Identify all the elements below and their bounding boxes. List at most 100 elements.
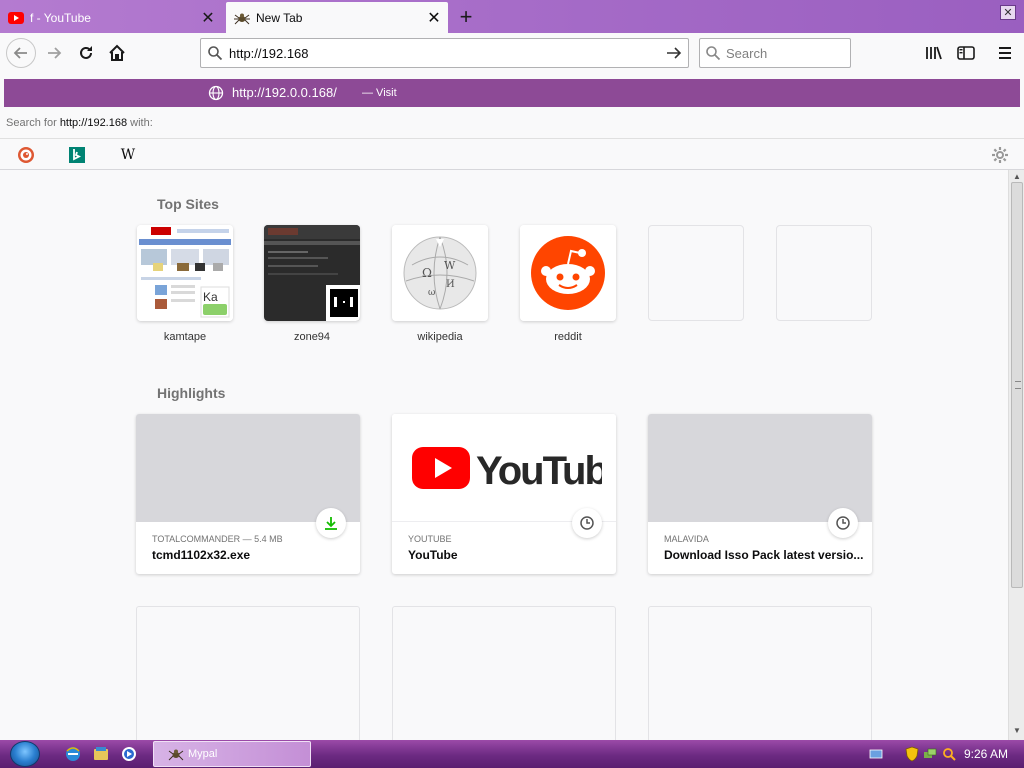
- svg-text:Ω: Ω: [422, 266, 432, 280]
- go-arrow-icon[interactable]: [660, 45, 688, 61]
- url-suggestions-popup: http://192.0.0.168/ — Visit Search for h…: [0, 74, 1024, 170]
- spider-icon: [234, 10, 250, 26]
- zone94-thumbnail: [264, 225, 360, 321]
- home-button[interactable]: [103, 39, 131, 67]
- spider-icon: [168, 746, 184, 762]
- ie-icon[interactable]: [64, 745, 82, 763]
- reload-button[interactable]: [72, 39, 100, 67]
- taskbar-item-mypal[interactable]: Mypal: [153, 741, 311, 767]
- empty-tile: [776, 225, 872, 321]
- taskbar-clock[interactable]: 9:26 AM: [964, 747, 1008, 761]
- sidebar-icon: [957, 46, 975, 60]
- highlight-title: tcmd1102x32.exe: [152, 548, 251, 562]
- sidebar-button[interactable]: [952, 39, 980, 67]
- search-placeholder: Search: [726, 45, 768, 61]
- forward-button[interactable]: [40, 39, 68, 67]
- top-site-label: wikipedia: [417, 331, 463, 343]
- arrow-left-icon: [13, 47, 27, 59]
- suggestion-action: — Visit: [362, 87, 397, 99]
- svg-text:W: W: [444, 259, 456, 272]
- search-icon[interactable]: [941, 746, 957, 762]
- shield-icon[interactable]: [904, 746, 920, 762]
- highlight-image: [136, 414, 360, 522]
- top-site-tile[interactable]: zone94: [264, 225, 360, 343]
- wikipedia-icon[interactable]: W: [118, 145, 138, 165]
- highlight-card[interactable]: YouTube YOUTUBE YouTube: [392, 414, 616, 574]
- arrow-right-icon: [48, 47, 62, 59]
- highlight-placeholder: [648, 606, 872, 740]
- gear-icon[interactable]: [990, 145, 1010, 165]
- tab-youtube[interactable]: f - YouTube ✕: [0, 2, 222, 33]
- keyboard-icon[interactable]: [868, 746, 884, 762]
- window-close-button[interactable]: ✕: [1000, 5, 1016, 20]
- top-site-empty-slot: [776, 225, 872, 321]
- svg-text:И: И: [446, 279, 455, 290]
- home-icon: [109, 44, 125, 61]
- new-tab-page: Top Sites Ka kamtape zone94 Ω W И ω wiki…: [0, 170, 1008, 740]
- youtube-logo: YouTube: [412, 447, 602, 492]
- clock-icon: [828, 508, 858, 538]
- library-icon: [926, 46, 942, 60]
- highlight-title: Download Isso Pack latest versio...: [664, 548, 864, 562]
- hamburger-icon: [999, 47, 1011, 59]
- tab-strip: f - YouTube ✕ New Tab ✕ + ✕: [0, 0, 1024, 33]
- svg-text:ω: ω: [428, 288, 435, 298]
- suggestion-url: http://192.0.0.168/: [232, 85, 337, 100]
- empty-tile: [648, 225, 744, 321]
- reddit-icon: [520, 225, 616, 321]
- url-input[interactable]: http://192.168: [229, 46, 660, 61]
- kamtape-thumbnail: Ka: [137, 225, 233, 321]
- network-icon[interactable]: [922, 746, 938, 762]
- top-site-label: zone94: [293, 331, 331, 343]
- highlight-placeholder: [136, 606, 360, 740]
- svg-text:Ka: Ka: [203, 290, 218, 304]
- scroll-up-icon[interactable]: ▲: [1012, 172, 1022, 182]
- search-for-prefix: Search for: [6, 117, 57, 129]
- search-bar[interactable]: Search: [699, 38, 851, 68]
- tab-new-tab[interactable]: New Tab ✕: [226, 2, 448, 33]
- highlight-card[interactable]: TOTALCOMMANDER — 5.4 MB tcmd1102x32.exe: [136, 414, 360, 574]
- top-site-label: kamtape: [163, 331, 207, 343]
- scroll-down-icon[interactable]: ▼: [1012, 726, 1022, 736]
- tab-title: New Tab: [256, 10, 303, 25]
- library-button[interactable]: [920, 39, 948, 67]
- media-player-icon[interactable]: [120, 745, 138, 763]
- suggestion-visit-row[interactable]: http://192.0.0.168/ — Visit: [4, 79, 1020, 107]
- highlight-source: TOTALCOMMANDER — 5.4 MB: [152, 534, 283, 544]
- menu-button[interactable]: [991, 39, 1019, 67]
- top-site-tile[interactable]: Ω W И ω wikipedia: [392, 225, 488, 343]
- highlights-heading: Highlights: [157, 385, 226, 401]
- navigation-toolbar: http://192.168 Search: [0, 33, 1024, 74]
- search-for-query: http://192.168: [59, 117, 128, 129]
- reload-icon: [80, 46, 92, 59]
- top-site-tile[interactable]: Ka kamtape: [137, 225, 233, 343]
- tab-title: f - YouTube: [30, 10, 91, 25]
- explorer-icon[interactable]: [92, 745, 110, 763]
- back-button[interactable]: [6, 38, 36, 68]
- top-site-tile[interactable]: reddit: [520, 225, 616, 343]
- highlight-image: YouTube: [392, 414, 616, 522]
- windows-taskbar: Mypal 9:26 AM: [0, 740, 1024, 768]
- vertical-scrollbar[interactable]: ▲ ▼: [1008, 170, 1024, 740]
- youtube-logo-text: YouTube: [476, 449, 602, 492]
- search-icon: [201, 45, 229, 61]
- bing-icon[interactable]: [67, 145, 87, 165]
- scrollbar-thumb[interactable]: [1011, 182, 1023, 588]
- duckduckgo-icon[interactable]: [16, 145, 36, 165]
- url-bar[interactable]: http://192.168: [200, 38, 689, 68]
- wikipedia-globe-icon: Ω W И ω: [392, 225, 488, 321]
- taskbar-item-label: Mypal: [188, 748, 218, 760]
- grip-icon: [1015, 381, 1021, 389]
- close-icon[interactable]: ✕: [198, 8, 218, 28]
- clock-icon: [572, 508, 602, 538]
- search-icon: [700, 45, 726, 61]
- highlight-source: YOUTUBE: [408, 534, 452, 544]
- new-tab-button[interactable]: +: [452, 4, 480, 30]
- youtube-icon: [8, 10, 24, 26]
- highlight-image: [648, 414, 872, 522]
- close-icon[interactable]: ✕: [424, 8, 444, 28]
- highlight-card[interactable]: MALAVIDA Download Isso Pack latest versi…: [648, 414, 872, 574]
- top-site-label: reddit: [554, 331, 582, 343]
- highlight-source: MALAVIDA: [664, 534, 709, 544]
- start-button[interactable]: [10, 741, 40, 767]
